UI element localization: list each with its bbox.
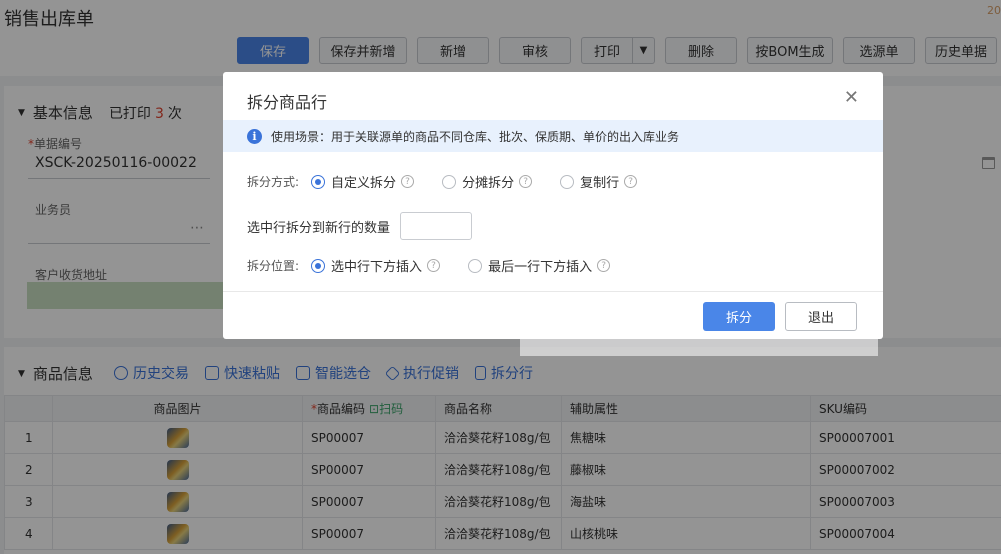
split-position-label: 拆分位置: xyxy=(247,259,300,273)
mode-custom-radio[interactable]: 自定义拆分? xyxy=(311,172,415,191)
position-below-label: 选中行下方插入 xyxy=(331,260,423,275)
position-last-label: 最后一行下方插入 xyxy=(488,260,593,275)
radio-checked-icon[interactable] xyxy=(311,258,326,273)
usage-tip-text: 使用场景：用于关联源单的商品不同仓库、批次、保质期、单价的出入库业务 xyxy=(271,129,680,144)
info-icon: i xyxy=(247,128,262,144)
mode-copy-label: 复制行 xyxy=(580,176,620,191)
radio-checked-icon[interactable] xyxy=(311,174,326,189)
split-row-dialog: 拆分商品行 ✕ i 使用场景：用于关联源单的商品不同仓库、批次、保质期、单价的出… xyxy=(223,72,883,339)
split-mode-label: 拆分方式: xyxy=(247,175,300,189)
help-icon[interactable]: ? xyxy=(519,175,533,188)
dialog-title: 拆分商品行 xyxy=(247,93,328,112)
mode-custom-label: 自定义拆分 xyxy=(331,176,397,191)
exit-button[interactable]: 退出 xyxy=(785,302,857,331)
mode-allocate-radio[interactable]: 分摊拆分? xyxy=(442,172,533,191)
radio-unchecked-icon[interactable] xyxy=(468,258,483,273)
mode-allocate-label: 分摊拆分 xyxy=(462,176,515,191)
usage-tip: i 使用场景：用于关联源单的商品不同仓库、批次、保质期、单价的出入库业务 xyxy=(223,120,883,152)
split-qty-label: 选中行拆分到新行的数量 xyxy=(247,220,391,236)
help-icon[interactable]: ? xyxy=(427,259,441,272)
help-icon[interactable]: ? xyxy=(624,175,638,188)
radio-unchecked-icon[interactable] xyxy=(442,174,457,189)
mode-copy-radio[interactable]: 复制行? xyxy=(560,172,638,191)
close-icon[interactable]: ✕ xyxy=(844,87,859,108)
help-icon[interactable]: ? xyxy=(401,175,415,188)
radio-unchecked-icon[interactable] xyxy=(560,174,575,189)
help-icon[interactable]: ? xyxy=(597,259,611,272)
split-button[interactable]: 拆分 xyxy=(703,302,775,331)
split-qty-row: 选中行拆分到新行的数量 xyxy=(247,212,473,240)
dialog-footer: 拆分 退出 xyxy=(223,291,883,339)
split-qty-input[interactable] xyxy=(400,212,473,240)
position-below-radio[interactable]: 选中行下方插入? xyxy=(311,256,441,275)
position-last-radio[interactable]: 最后一行下方插入? xyxy=(468,256,611,275)
split-position-row: 拆分位置: 选中行下方插入? 最后一行下方插入? xyxy=(247,256,638,275)
split-mode-row: 拆分方式: 自定义拆分? 分摊拆分? 复制行? xyxy=(247,172,665,191)
